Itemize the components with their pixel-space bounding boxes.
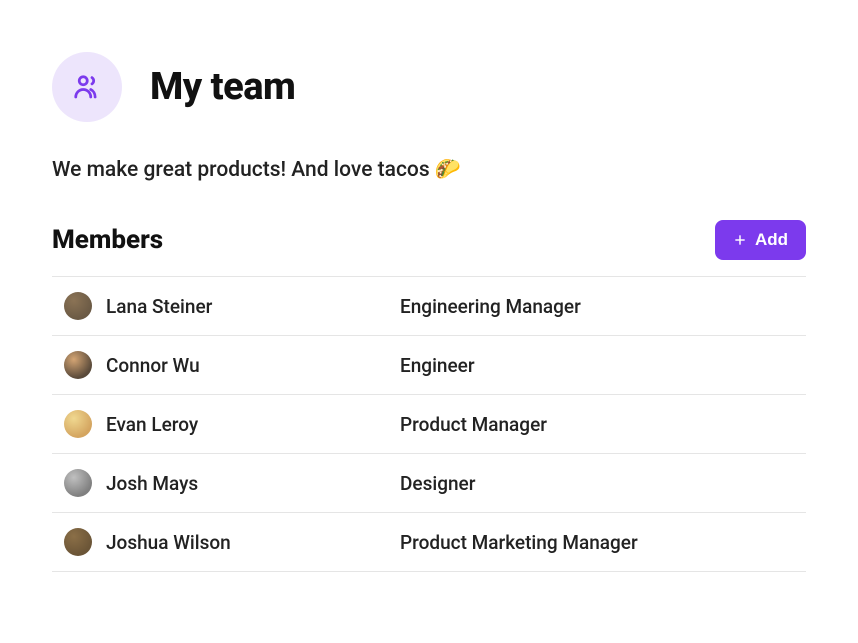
member-name: Evan Leroy — [106, 413, 386, 436]
member-name: Lana Steiner — [106, 295, 386, 318]
avatar — [64, 528, 92, 556]
member-name: Josh Mays — [106, 472, 386, 495]
plus-icon — [733, 233, 747, 247]
member-row[interactable]: Joshua Wilson Product Marketing Manager — [52, 513, 806, 572]
avatar — [64, 292, 92, 320]
member-name: Joshua Wilson — [106, 531, 386, 554]
member-row[interactable]: Evan Leroy Product Manager — [52, 395, 806, 454]
member-role: Product Manager — [400, 413, 547, 436]
add-member-button[interactable]: Add — [715, 220, 806, 260]
member-role: Product Marketing Manager — [400, 531, 638, 554]
avatar — [64, 351, 92, 379]
page-header: My team — [52, 52, 806, 122]
avatar — [64, 410, 92, 438]
member-role: Engineering Manager — [400, 295, 581, 318]
avatar — [64, 469, 92, 497]
add-button-label: Add — [755, 230, 788, 250]
member-name: Connor Wu — [106, 354, 386, 377]
members-list: Lana Steiner Engineering Manager Connor Wu… — [52, 276, 806, 572]
member-role: Designer — [400, 472, 475, 495]
member-row[interactable]: Connor Wu Engineer — [52, 336, 806, 395]
member-row[interactable]: Josh Mays Designer — [52, 454, 806, 513]
members-title: Members — [52, 225, 163, 255]
team-description: We make great products! And love tacos 🌮 — [52, 158, 806, 182]
page-title: My team — [150, 65, 295, 109]
member-role: Engineer — [400, 354, 475, 377]
member-row[interactable]: Lana Steiner Engineering Manager — [52, 277, 806, 336]
members-header: Members Add — [52, 220, 806, 260]
people-icon — [52, 52, 122, 122]
